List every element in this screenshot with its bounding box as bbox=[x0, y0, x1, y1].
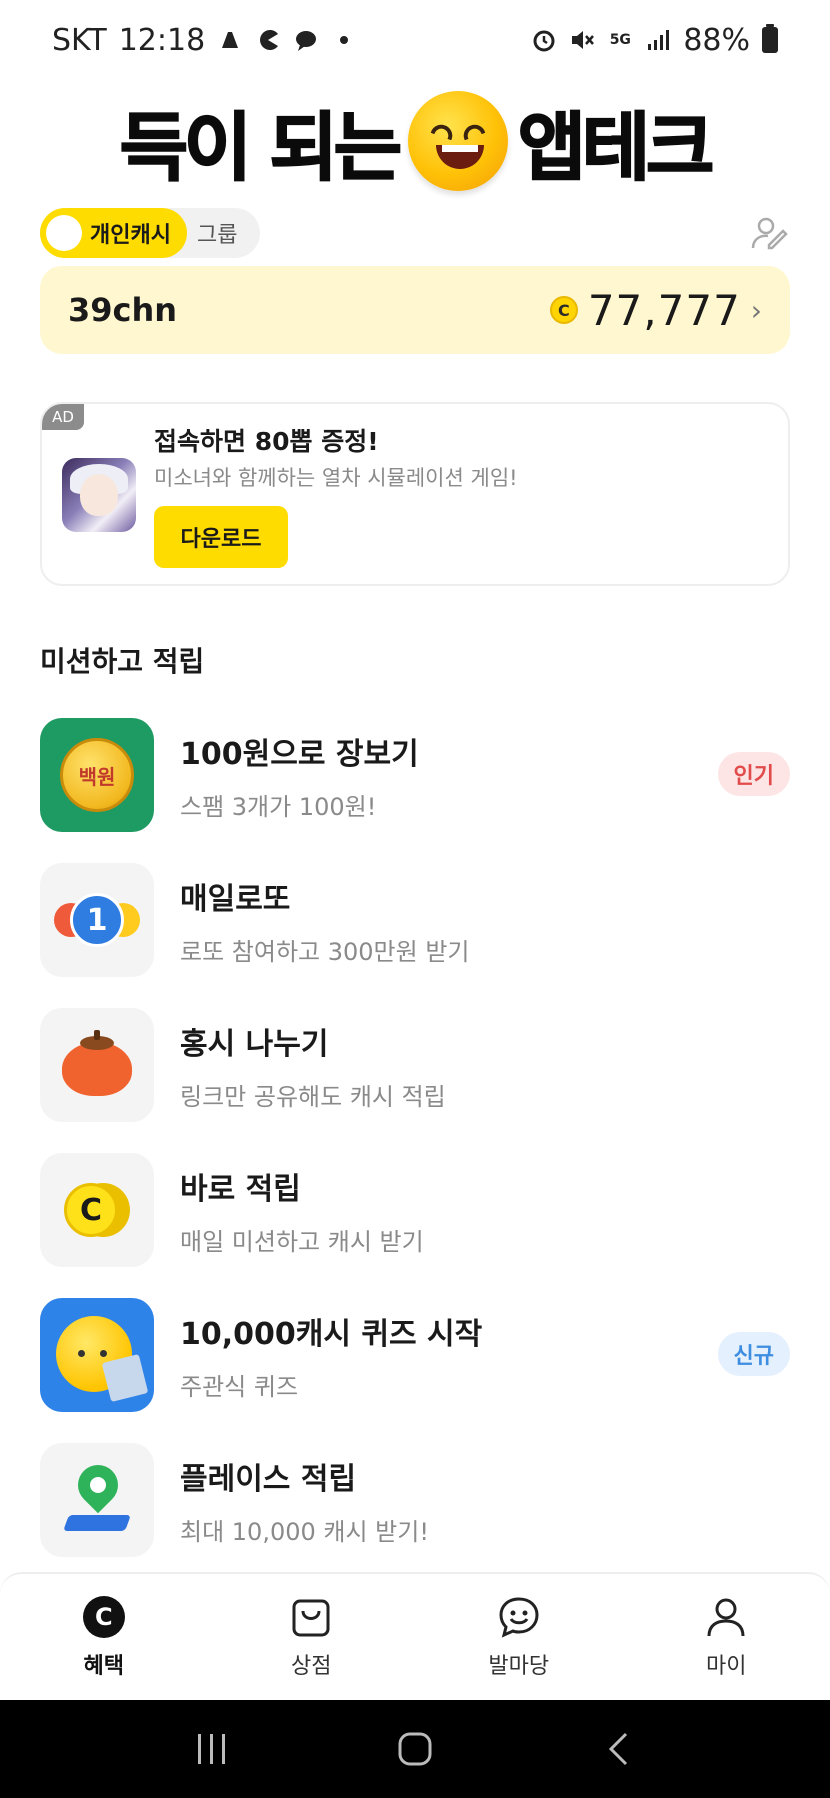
laughing-emoji-icon bbox=[407, 91, 508, 191]
chat-icon bbox=[293, 27, 319, 53]
mute-icon bbox=[569, 27, 595, 53]
new-badge: 신규 bbox=[717, 1332, 790, 1376]
mission-subtitle: 주관식 퀴즈 bbox=[180, 1372, 299, 1401]
home-icon[interactable] bbox=[385, 1719, 445, 1779]
missions-section-title: 미션하고 적립 bbox=[40, 645, 205, 678]
mission-subtitle: 링크만 공유해도 캐시 적립 bbox=[180, 1082, 446, 1111]
ad-card[interactable]: AD 접속하면 80뽑 증정! 미소녀와 함께하는 열차 시뮬레이션 게임! 다… bbox=[40, 402, 790, 586]
download-button[interactable]: 다운로드 bbox=[154, 506, 288, 568]
5g-icon: 5G bbox=[609, 32, 631, 48]
coin-100-icon: 백원 bbox=[40, 718, 154, 832]
chevron-right-icon: › bbox=[750, 293, 762, 327]
dot-icon bbox=[331, 27, 357, 53]
person-icon bbox=[703, 1594, 749, 1640]
username: 39chn bbox=[68, 291, 178, 329]
mission-item-quiz[interactable]: 10,000캐시 퀴즈 시작 주관식 퀴즈 신규 bbox=[40, 1298, 790, 1412]
mission-subtitle: 최대 10,000 캐시 받기! bbox=[180, 1517, 429, 1546]
battery-percent: 88% bbox=[683, 22, 750, 58]
toggle-personal-label: 개인캐시 bbox=[90, 223, 171, 248]
nav-label: 마이 bbox=[706, 1654, 747, 1679]
back-icon[interactable] bbox=[588, 1719, 648, 1779]
nav-label: 혜택 bbox=[83, 1654, 124, 1679]
mission-item-instant-cash[interactable]: C 바로 적립 매일 미션하고 캐시 받기 bbox=[40, 1153, 790, 1267]
mission-title: 플레이스 적립 bbox=[180, 1461, 357, 1497]
status-bar: SKT 12:18 5G 88% bbox=[0, 0, 830, 80]
toggle-knob bbox=[46, 215, 82, 251]
system-nav-bar bbox=[0, 1700, 830, 1798]
mission-title: 바로 적립 bbox=[180, 1171, 301, 1207]
app-icon bbox=[217, 27, 243, 53]
ad-title: 접속하면 80뽑 증정! bbox=[154, 427, 379, 456]
shopping-bag-icon bbox=[288, 1594, 334, 1640]
mission-item-shopping[interactable]: 백원 100원으로 장보기 스팸 3개가 100원! 인기 bbox=[40, 718, 790, 832]
mission-item-place[interactable]: 플레이스 적립 최대 10,000 캐시 받기! bbox=[40, 1443, 790, 1557]
edit-profile-icon[interactable] bbox=[750, 214, 790, 254]
cash-coin-icon: C bbox=[40, 1153, 154, 1267]
ad-subtitle: 미소녀와 함께하는 열차 시뮬레이션 게임! bbox=[154, 466, 518, 490]
alarm-icon bbox=[531, 27, 557, 53]
status-bar-right: 5G 88% bbox=[531, 23, 778, 58]
bottom-nav: C 혜택 상점 발마당 마이 bbox=[0, 1572, 830, 1700]
map-pin-icon bbox=[40, 1443, 154, 1557]
nav-community[interactable]: 발마당 bbox=[415, 1574, 623, 1700]
signal-icon bbox=[645, 27, 671, 53]
ad-badge: AD bbox=[42, 404, 84, 430]
carrier: SKT bbox=[52, 22, 107, 58]
toggle-personal-cash[interactable]: 개인캐시 bbox=[40, 208, 187, 258]
popular-badge: 인기 bbox=[717, 752, 790, 796]
mission-item-lotto[interactable]: 1 매일로또 로또 참여하고 300만원 받기 bbox=[40, 863, 790, 977]
balance-amount-group[interactable]: C 77,777 › bbox=[549, 285, 762, 335]
quiz-face-icon bbox=[40, 1298, 154, 1412]
clock: 12:18 bbox=[118, 22, 206, 58]
mission-subtitle: 로또 참여하고 300만원 받기 bbox=[180, 937, 470, 966]
hero-title-right: 앱테크 bbox=[517, 104, 715, 192]
recent-apps-icon[interactable] bbox=[182, 1719, 242, 1779]
nav-my[interactable]: 마이 bbox=[623, 1574, 830, 1700]
toggle-group[interactable]: 그룹 bbox=[197, 217, 237, 249]
mission-item-persimmon[interactable]: 홍시 나누기 링크만 공유해도 캐시 적립 bbox=[40, 1008, 790, 1122]
pacman-icon bbox=[255, 27, 281, 53]
cash-type-toggle[interactable]: 개인캐시 그룹 bbox=[40, 208, 260, 258]
hero-title-left: 득이 되는 bbox=[119, 104, 403, 192]
balance-amount: 77,777 bbox=[587, 285, 741, 335]
balance-card[interactable]: 39chn C 77,777 › bbox=[40, 266, 790, 354]
mission-title: 10,000캐시 퀴즈 시작 bbox=[180, 1316, 483, 1352]
mission-subtitle: 매일 미션하고 캐시 받기 bbox=[180, 1227, 424, 1256]
game-thumbnail bbox=[62, 458, 136, 532]
status-bar-left: SKT 12:18 bbox=[52, 23, 357, 58]
nav-store[interactable]: 상점 bbox=[208, 1574, 416, 1700]
nav-benefits[interactable]: C 혜택 bbox=[0, 1574, 208, 1700]
battery-icon bbox=[762, 24, 778, 53]
chat-smile-icon bbox=[496, 1594, 542, 1640]
nav-label: 상점 bbox=[291, 1654, 332, 1679]
mission-title: 매일로또 bbox=[180, 881, 291, 917]
cash-c-icon: C bbox=[81, 1594, 127, 1640]
persimmon-icon bbox=[40, 1008, 154, 1122]
nav-label: 발마당 bbox=[488, 1654, 550, 1679]
mission-subtitle: 스팸 3개가 100원! bbox=[180, 792, 377, 821]
cash-coin-icon: C bbox=[549, 296, 578, 324]
mission-title: 100원으로 장보기 bbox=[180, 736, 419, 772]
hero-banner: 득이 되는 앱테크 bbox=[0, 86, 830, 196]
lotto-balls-icon: 1 bbox=[40, 863, 154, 977]
mission-title: 홍시 나누기 bbox=[180, 1026, 329, 1062]
